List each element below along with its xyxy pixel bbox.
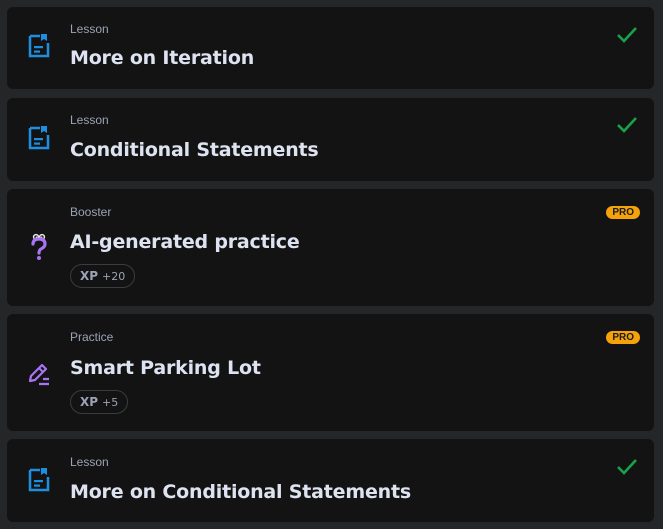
xp-value: +5 [102,395,119,409]
item-title: Smart Parking Lot [70,357,261,379]
booster-card[interactable]: Booster AI-generated practice PRO XP +20 [7,189,654,306]
xp-badge: XP +20 [70,264,136,288]
pro-badge: PRO [606,206,640,219]
lesson-doc-icon [27,33,51,59]
course-item-list: Lesson More on Iteration Lesson Conditio… [0,0,663,529]
pro-badge: PRO [606,331,640,344]
item-title: AI-generated practice [70,231,300,253]
lesson-card[interactable]: Lesson More on Conditional Statements [7,439,654,522]
lesson-card[interactable]: Lesson More on Iteration [7,7,654,89]
pencil-practice-icon [27,361,51,387]
xp-label: XP [80,395,99,409]
item-type-label: Lesson [70,22,109,36]
item-type-label: Practice [70,330,114,344]
check-icon [616,26,638,44]
item-title: Conditional Statements [70,139,319,161]
xp-label: XP [80,269,99,283]
item-type-label: Lesson [70,113,109,127]
check-icon [616,458,638,476]
item-type-label: Lesson [70,455,109,469]
xp-badge: XP +5 [70,390,129,414]
practice-card[interactable]: Practice Smart Parking Lot PRO XP +5 [7,314,654,431]
item-title: More on Conditional Statements [70,481,411,503]
xp-value: +20 [102,269,126,283]
item-title: More on Iteration [70,47,255,69]
check-icon [616,116,638,134]
lesson-doc-icon [27,467,51,493]
lesson-doc-icon [27,125,51,151]
lesson-card[interactable]: Lesson Conditional Statements [7,98,654,181]
item-type-label: Booster [70,205,112,219]
ai-question-icon [27,233,51,260]
